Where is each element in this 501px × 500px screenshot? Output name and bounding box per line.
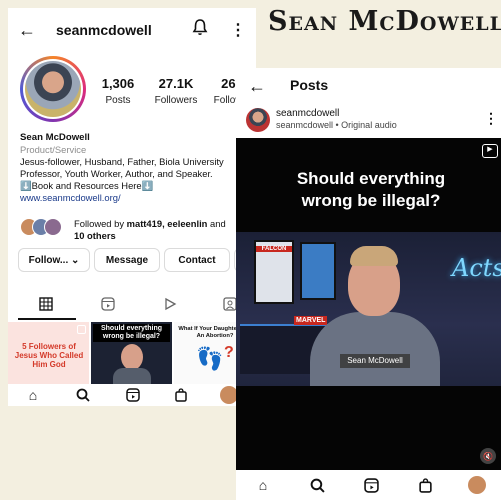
bell-icon[interactable] bbox=[192, 18, 208, 36]
grid-post[interactable]: Should everything wrong be illegal? bbox=[91, 322, 172, 384]
reel-video[interactable]: ▶ Should everything wrong be illegal? FA… bbox=[236, 138, 501, 470]
speaker-hair bbox=[350, 246, 398, 266]
stat-followers[interactable]: 27.1K Followers bbox=[148, 76, 204, 106]
bio-line: Professor, Youth Worker, Author, and Spe… bbox=[20, 168, 213, 179]
profile-avatar-icon[interactable] bbox=[468, 476, 486, 494]
speaker-torso bbox=[310, 312, 440, 386]
post-audio[interactable]: seanmcdowell • Original audio bbox=[276, 120, 397, 130]
more-options-icon[interactable]: ⋮ bbox=[484, 110, 498, 127]
post-screen-title: Posts bbox=[290, 77, 329, 93]
wall-poster bbox=[300, 242, 336, 300]
grid-post[interactable]: 5 Followers of Jesus Who Called Him God bbox=[8, 322, 89, 384]
question-mark-icon: ? bbox=[224, 344, 234, 361]
back-arrow-icon[interactable]: ← bbox=[18, 20, 36, 41]
post-avatar[interactable] bbox=[246, 108, 270, 132]
neon-sign: Acts bbox=[452, 254, 501, 282]
back-arrow-icon[interactable]: ← bbox=[248, 76, 266, 97]
follow-button[interactable]: Follow... ⌄ bbox=[18, 248, 90, 272]
reels-icon[interactable] bbox=[362, 476, 380, 494]
profile-name: Sean McDowell bbox=[20, 132, 90, 143]
shelf-label: MARVEL bbox=[294, 316, 328, 325]
reel-badge-icon bbox=[77, 325, 86, 334]
mute-icon[interactable]: 🔇 bbox=[480, 448, 496, 464]
video-caption: Should everything wrong be illegal? bbox=[296, 169, 446, 210]
video-frame: FALCON MARVEL Acts Sean McDowell bbox=[236, 232, 501, 386]
message-button[interactable]: Message bbox=[94, 248, 160, 272]
profile-category: Product/Service bbox=[20, 144, 87, 155]
profile-avatar[interactable] bbox=[20, 56, 86, 122]
home-icon[interactable]: ⌂ bbox=[24, 386, 42, 404]
profile-screen: ← seanmcdowell ⋮ 1,306 Posts 27.1K Follo… bbox=[8, 8, 256, 406]
profile-tabs bbox=[8, 290, 256, 320]
search-icon[interactable] bbox=[74, 386, 92, 404]
more-options-icon[interactable]: ⋮ bbox=[230, 20, 246, 40]
post-header: ← Posts bbox=[236, 68, 501, 106]
footprints-icon: 👣 bbox=[196, 346, 224, 371]
play-tab-icon[interactable] bbox=[160, 294, 180, 314]
profile-link[interactable]: www.seanmcdowell.org/ bbox=[20, 192, 252, 204]
brand-title: Sean McDowell bbox=[268, 6, 501, 37]
mini-avatar bbox=[44, 218, 62, 236]
profile-bio: Sean McDowell Product/Service Jesus-foll… bbox=[20, 132, 252, 204]
bio-line: Jesus-follower, Husband, Father, Biola U… bbox=[20, 156, 224, 167]
contact-button[interactable]: Contact bbox=[164, 248, 230, 272]
bio-line: ⬇️Book and Resources Here⬇️ bbox=[20, 180, 154, 191]
search-icon[interactable] bbox=[308, 476, 326, 494]
name-tag: Sean McDowell bbox=[340, 354, 410, 368]
post-grid: 5 Followers of Jesus Who Called Him God … bbox=[8, 322, 256, 384]
reels-tab-icon[interactable] bbox=[98, 294, 118, 314]
profile-header: ← seanmcdowell ⋮ bbox=[8, 8, 256, 52]
reels-icon[interactable] bbox=[124, 386, 142, 404]
bottom-nav: ⌂ bbox=[236, 470, 501, 500]
bottom-nav: ⌂ bbox=[8, 384, 256, 406]
followed-by[interactable]: Followed by matt419, eeleenlin and 10 ot… bbox=[20, 218, 252, 242]
wall-poster: FALCON bbox=[254, 240, 294, 304]
shop-icon[interactable] bbox=[416, 476, 434, 494]
shop-icon[interactable] bbox=[172, 386, 190, 404]
grid-icon[interactable] bbox=[36, 294, 56, 314]
profile-username: seanmcdowell bbox=[56, 22, 152, 38]
active-tab-indicator bbox=[18, 318, 76, 320]
home-icon[interactable]: ⌂ bbox=[254, 476, 272, 494]
reels-badge-icon: ▶ bbox=[482, 144, 498, 158]
post-username[interactable]: seanmcdowell bbox=[276, 108, 339, 119]
post-screen: ← Posts seanmcdowell seanmcdowell • Orig… bbox=[236, 68, 501, 500]
stat-posts[interactable]: 1,306 Posts bbox=[90, 76, 146, 106]
post-meta: seanmcdowell seanmcdowell • Original aud… bbox=[236, 106, 501, 134]
